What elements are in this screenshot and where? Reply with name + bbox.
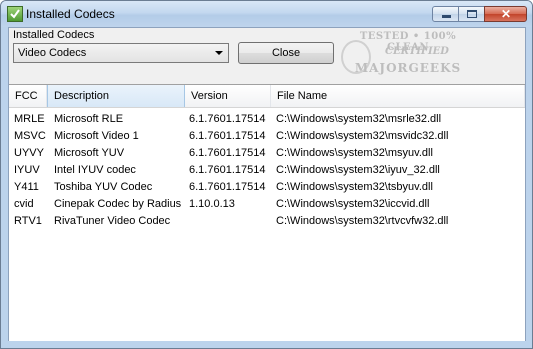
cell-fcc: Y411 <box>14 181 39 193</box>
cell-file-name: C:\Windows\system32\rtvcvfw32.dll <box>276 215 449 227</box>
cell-file-name: C:\Windows\system32\tsbyuv.dll <box>276 181 433 193</box>
cell-file-name: C:\Windows\system32\msyuv.dll <box>276 147 433 159</box>
maximize-button[interactable] <box>458 6 485 22</box>
table-row[interactable]: Y411 Toshiba YUV Codec 6.1.7601.17514 C:… <box>9 180 525 197</box>
cell-version: 6.1.7601.17514 <box>189 113 266 125</box>
cell-version: 6.1.7601.17514 <box>189 130 266 142</box>
cell-version: 1.10.0.13 <box>189 198 235 210</box>
cell-description: Cinepak Codec by Radius <box>54 198 182 210</box>
close-button[interactable]: Close <box>238 42 334 64</box>
column-header-file-name[interactable]: File Name <box>271 85 525 107</box>
watermark-line3: MAJORGEEKS <box>354 61 462 75</box>
cell-version: 6.1.7601.17514 <box>189 147 266 159</box>
codec-list-view[interactable]: FCC Description Version File Name MRLE M… <box>9 84 525 341</box>
cell-fcc: RTV1 <box>14 215 42 227</box>
title-bar[interactable]: Installed Codecs ✕ <box>1 1 532 27</box>
installed-codecs-label: Installed Codecs <box>13 29 95 41</box>
cell-file-name: C:\Windows\system32\msrle32.dll <box>276 113 442 125</box>
majorgeeks-watermark: TESTED • 100% CLEAN CERTIFIED MAJORGEEKS <box>341 31 475 79</box>
watermark-line2: CERTIFIED <box>385 46 449 57</box>
minimize-icon <box>442 15 451 18</box>
cell-fcc: MRLE <box>14 113 45 125</box>
client-area: Installed Codecs Video Codecs Close TEST… <box>8 27 526 341</box>
column-header-description[interactable]: Description <box>47 85 185 107</box>
table-row[interactable]: IYUV Intel IYUV codec 6.1.7601.17514 C:\… <box>9 163 525 180</box>
list-rows: MRLE Microsoft RLE 6.1.7601.17514 C:\Win… <box>9 112 525 231</box>
close-icon: ✕ <box>501 7 512 21</box>
column-header-fcc[interactable]: FCC <box>9 85 47 107</box>
cell-fcc: IYUV <box>14 164 40 176</box>
column-header-version[interactable]: Version <box>185 85 271 107</box>
cell-description: Microsoft Video 1 <box>54 130 139 142</box>
cell-file-name: C:\Windows\system32\iccvid.dll <box>276 198 430 210</box>
cell-description: Microsoft YUV <box>54 147 125 159</box>
cell-description: RivaTuner Video Codec <box>54 215 171 227</box>
table-row[interactable]: RTV1 RivaTuner Video Codec C:\Windows\sy… <box>9 214 525 231</box>
cell-fcc: MSVC <box>14 130 46 142</box>
minimize-button[interactable] <box>432 6 459 22</box>
window-title: Installed Codecs <box>26 7 115 21</box>
cell-description: Intel IYUV codec <box>54 164 136 176</box>
maximize-icon <box>467 10 477 18</box>
table-row[interactable]: UYVY Microsoft YUV 6.1.7601.17514 C:\Win… <box>9 146 525 163</box>
cell-version: 6.1.7601.17514 <box>189 181 266 193</box>
cell-fcc: cvid <box>14 198 34 210</box>
close-window-button[interactable]: ✕ <box>484 6 527 22</box>
codec-type-value: Video Codecs <box>18 47 87 59</box>
app-checkmark-icon <box>7 6 23 22</box>
cell-fcc: UYVY <box>14 147 44 159</box>
codec-type-dropdown[interactable]: Video Codecs <box>13 43 229 63</box>
cell-file-name: C:\Windows\system32\msvidc32.dll <box>276 130 449 142</box>
chevron-down-icon <box>215 51 223 55</box>
table-row[interactable]: MSVC Microsoft Video 1 6.1.7601.17514 C:… <box>9 129 525 146</box>
table-row[interactable]: MRLE Microsoft RLE 6.1.7601.17514 C:\Win… <box>9 112 525 129</box>
table-row[interactable]: cvid Cinepak Codec by Radius 1.10.0.13 C… <box>9 197 525 214</box>
list-header: FCC Description Version File Name <box>9 85 525 108</box>
cell-description: Toshiba YUV Codec <box>54 181 153 193</box>
installed-codecs-window: Installed Codecs ✕ Installed Codecs Vide… <box>0 0 533 349</box>
cell-version: 6.1.7601.17514 <box>189 164 266 176</box>
cell-description: Microsoft RLE <box>54 113 124 125</box>
cell-file-name: C:\Windows\system32\iyuv_32.dll <box>276 164 440 176</box>
